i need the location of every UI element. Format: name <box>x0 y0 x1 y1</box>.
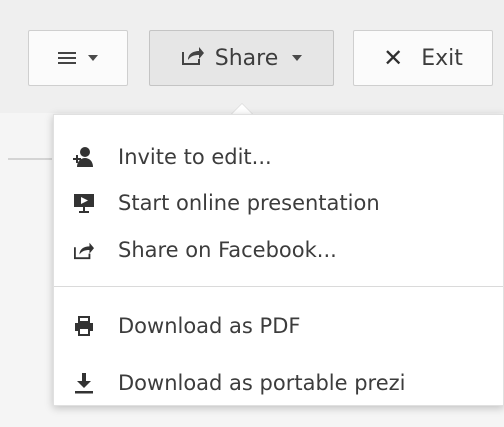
menu-item-share-on-facebook[interactable]: Share on Facebook... <box>54 228 503 272</box>
menu-item-label: Start online presentation <box>118 191 380 215</box>
chevron-down-icon <box>292 55 303 61</box>
main-menu-button[interactable] <box>28 30 128 86</box>
menu-item-label: Share on Facebook... <box>118 238 337 262</box>
printer-icon <box>71 316 97 336</box>
canvas-divider <box>8 158 52 160</box>
menu-item-download-as-portable-prezi[interactable]: Download as portable prezi <box>54 361 503 405</box>
presentation-icon <box>71 192 97 214</box>
exit-button-label: Exit <box>421 45 463 71</box>
menu-item-label: Invite to edit... <box>118 145 272 169</box>
share-icon <box>71 240 97 260</box>
menu-item-invite-to-edit[interactable]: Invite to edit... <box>54 135 503 179</box>
add-user-icon <box>71 146 97 168</box>
menu-separator <box>54 286 503 287</box>
chevron-down-icon <box>88 55 98 61</box>
share-dropdown-menu: Invite to edit... Start online presentat… <box>53 114 504 406</box>
menu-item-start-online-presentation[interactable]: Start online presentation <box>54 181 503 225</box>
download-icon <box>71 372 97 394</box>
share-button[interactable]: Share <box>149 30 334 86</box>
hamburger-icon <box>58 52 76 64</box>
exit-button[interactable]: ✕ Exit <box>353 30 493 86</box>
menu-item-download-as-pdf[interactable]: Download as PDF <box>54 304 503 348</box>
menu-item-label: Download as PDF <box>118 314 301 338</box>
close-icon: ✕ <box>383 44 404 72</box>
menu-item-label: Download as portable prezi <box>118 371 406 395</box>
share-button-label: Share <box>214 45 279 71</box>
share-icon <box>181 44 205 72</box>
